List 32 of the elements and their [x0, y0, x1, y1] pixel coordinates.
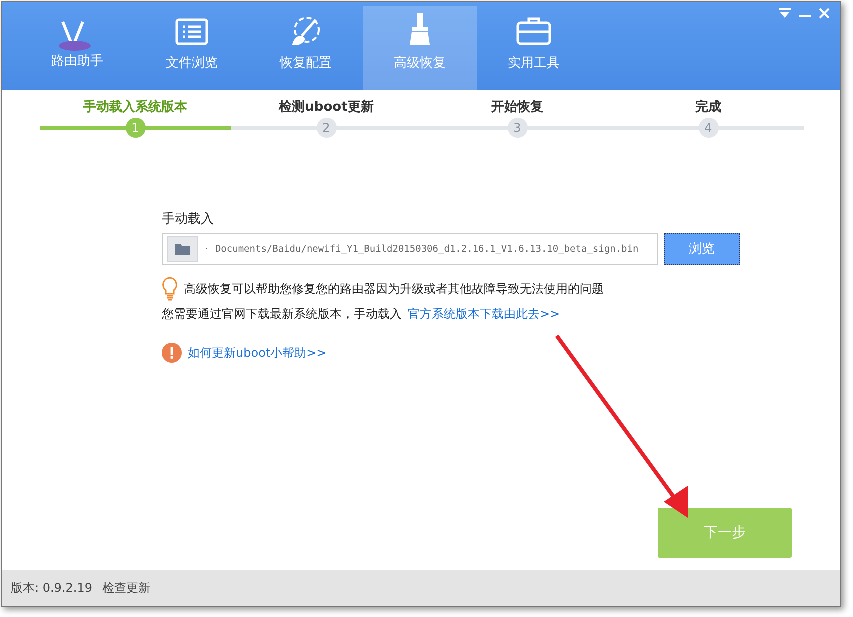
download-link[interactable]: 官方系统版本下载由此去>>: [408, 306, 560, 323]
toolbox-icon: [516, 16, 552, 46]
step-number: 4: [698, 118, 718, 138]
step-number: 2: [316, 118, 336, 138]
browse-button[interactable]: 浏览: [664, 233, 740, 265]
lightbulb-icon: [162, 277, 178, 301]
close-icon[interactable]: [819, 8, 830, 19]
brush-icon: [290, 16, 322, 46]
step-label: 手动载入系统版本: [84, 98, 188, 117]
dropdown-icon[interactable]: [779, 8, 791, 18]
logo-text: 路由助手: [52, 53, 104, 70]
nav-tab[interactable]: 高级恢复: [363, 6, 477, 90]
step-label: 检测uboot更新: [279, 98, 374, 117]
step-label: 完成: [696, 98, 722, 117]
nav-tab[interactable]: 实用工具: [477, 6, 591, 90]
file-path-field[interactable]: · Documents/Baidu/newifi_Y1_Build20150306_d1.2.16.1_V1.6.13.10_beta_sign.bin: [162, 233, 658, 265]
warning-icon: [162, 343, 182, 363]
broom-icon: [408, 12, 432, 46]
step-number: 1: [126, 118, 146, 138]
list-icon: [175, 18, 209, 46]
next-button[interactable]: 下一步: [658, 508, 792, 558]
notice-text: 您需要通过官网下载最新系统版本，手动载入: [162, 306, 402, 323]
check-update-link[interactable]: 检查更新: [102, 580, 150, 596]
step-number: 3: [508, 118, 528, 138]
nav-tab[interactable]: 恢复配置: [249, 6, 363, 90]
step-label: 开始恢复: [492, 99, 544, 117]
tip-text: 高级恢复可以帮助您修复您的路由器因为升级或者其他故障导致无法使用的问题: [184, 280, 604, 298]
field-label: 手动载入: [162, 211, 215, 228]
version-text: 版本: 0.9.2.19: [11, 580, 92, 596]
folder-icon[interactable]: [167, 236, 198, 262]
help-link[interactable]: 如何更新uboot小帮助>>: [188, 344, 327, 362]
nav-tab[interactable]: 文件浏览: [135, 6, 249, 90]
